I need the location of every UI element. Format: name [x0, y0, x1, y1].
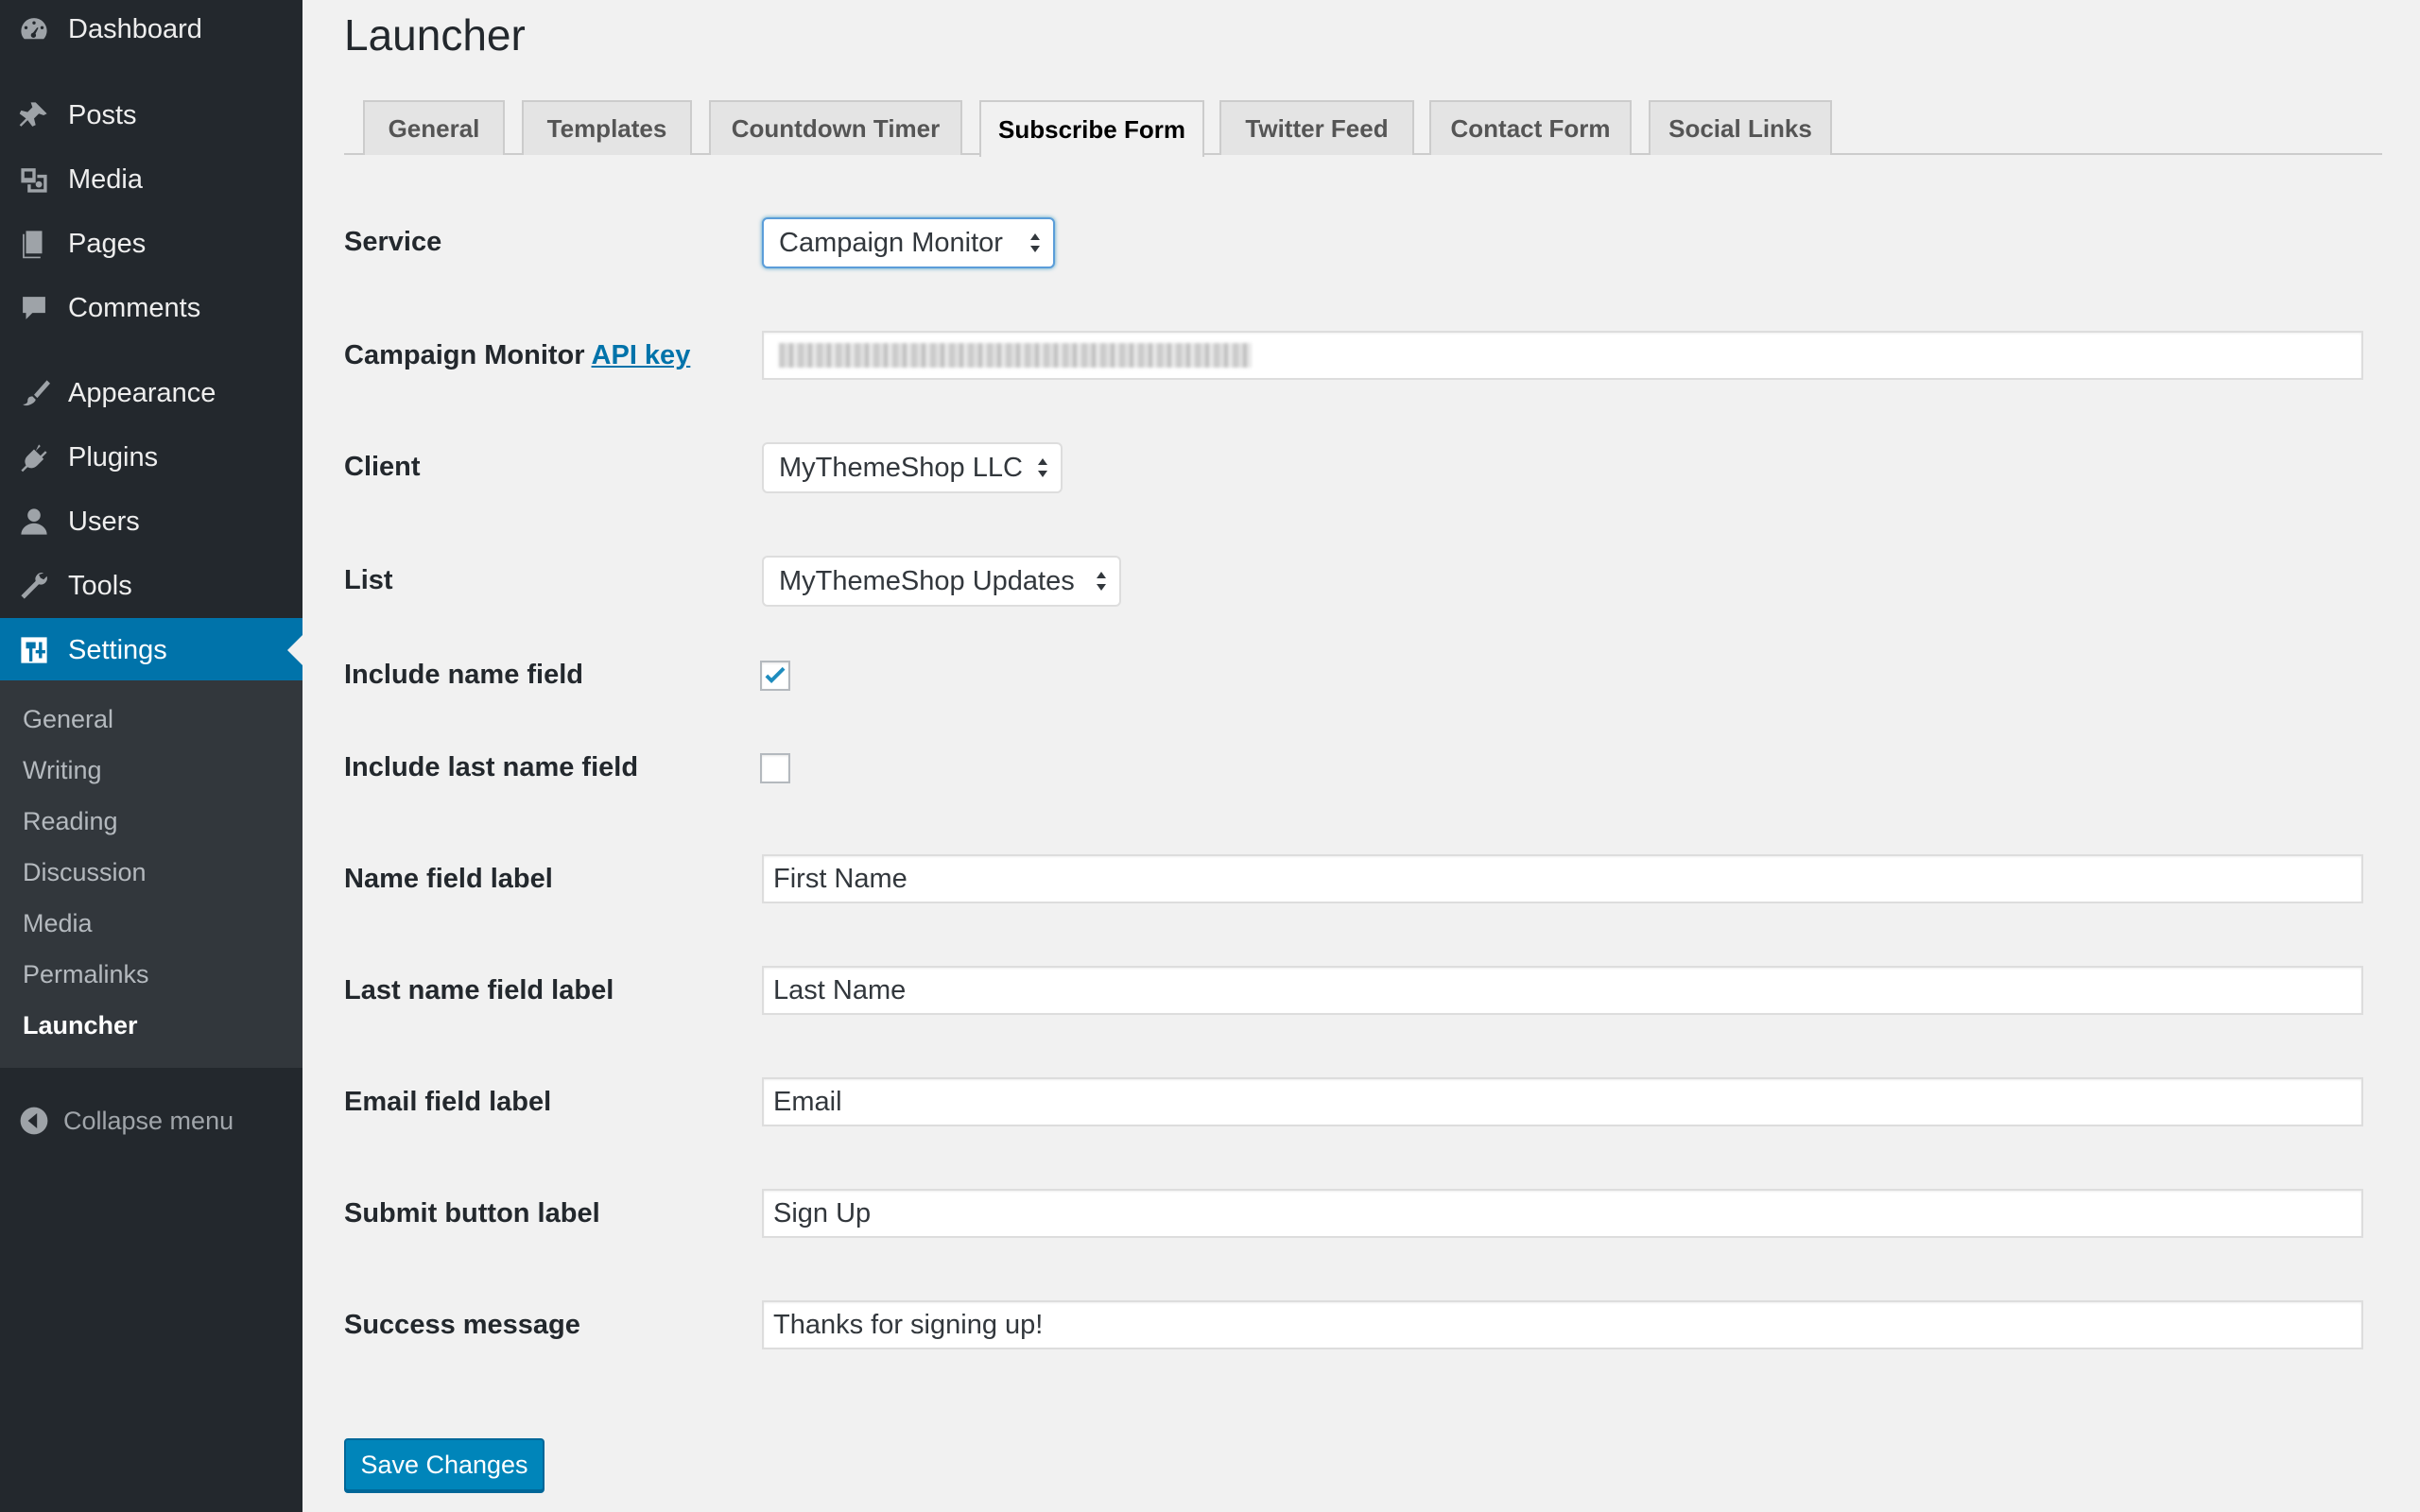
tab-contact-form[interactable]: Contact Form — [1429, 100, 1632, 155]
tab-general[interactable]: General — [363, 100, 505, 155]
include-last-name-label: Include last name field — [344, 752, 639, 782]
collapse-menu-button[interactable]: Collapse menu — [0, 1096, 302, 1145]
include-last-name-checkbox[interactable] — [760, 753, 790, 783]
name-field-label-input[interactable]: First Name — [762, 854, 2363, 903]
select-arrows-icon — [1097, 572, 1106, 591]
collapse-arrow-icon — [20, 1107, 48, 1135]
api-key-label-prefix: Campaign Monitor — [344, 340, 585, 370]
user-icon — [17, 505, 51, 539]
comment-bubble-icon — [17, 291, 51, 325]
submenu-media[interactable]: Media — [23, 909, 93, 938]
menu-media[interactable]: Media — [0, 147, 302, 212]
client-select[interactable]: MyThemeShop LLC — [762, 442, 1063, 493]
wrench-icon — [17, 569, 51, 603]
settings-tabs: General Templates Countdown Timer Subscr… — [344, 100, 2382, 157]
tab-countdown-timer[interactable]: Countdown Timer — [709, 100, 962, 155]
tab-social-links[interactable]: Social Links — [1649, 100, 1832, 155]
submit-button-label-input[interactable]: Sign Up — [762, 1189, 2363, 1238]
submenu-permalinks[interactable]: Permalinks — [23, 960, 149, 989]
pushpin-icon — [17, 98, 51, 132]
select-arrows-icon — [1038, 458, 1047, 477]
menu-label: Appearance — [68, 377, 216, 408]
tab-templates[interactable]: Templates — [522, 100, 692, 155]
api-key-blurred-value — [779, 343, 1252, 368]
admin-sidebar: Dashboard Posts Media Pages Comments App… — [0, 0, 302, 1512]
client-label: Client — [344, 452, 421, 482]
last-name-field-label-value: Last Name — [773, 974, 907, 1005]
menu-label: Pages — [68, 228, 147, 259]
menu-comments[interactable]: Comments — [0, 276, 302, 340]
list-label: List — [344, 565, 393, 595]
api-key-link[interactable]: API key — [592, 340, 691, 370]
menu-users[interactable]: Users — [0, 490, 302, 554]
list-select[interactable]: MyThemeShop Updates — [762, 556, 1121, 607]
api-key-label: Campaign Monitor API key — [344, 340, 690, 371]
menu-label: Users — [68, 506, 140, 537]
submit-button-label-value: Sign Up — [773, 1197, 872, 1228]
menu-settings[interactable]: Settings — [0, 618, 302, 682]
api-key-input[interactable] — [762, 331, 2363, 380]
menu-plugins[interactable]: Plugins — [0, 425, 302, 490]
client-select-value: MyThemeShop LLC — [779, 452, 1023, 483]
name-field-label-value: First Name — [773, 863, 908, 894]
plugin-icon — [17, 440, 51, 474]
submenu-launcher[interactable]: Launcher — [23, 1011, 138, 1040]
name-field-label-label: Name field label — [344, 864, 553, 894]
menu-label: Dashboard — [68, 13, 202, 44]
submenu-discussion[interactable]: Discussion — [23, 858, 147, 887]
menu-pages[interactable]: Pages — [0, 212, 302, 276]
submenu-writing[interactable]: Writing — [23, 756, 102, 785]
submenu-reading[interactable]: Reading — [23, 807, 118, 836]
menu-dashboard[interactable]: Dashboard — [0, 0, 302, 61]
settings-icon — [17, 633, 51, 667]
menu-tools[interactable]: Tools — [0, 554, 302, 618]
save-changes-button[interactable]: Save Changes — [344, 1438, 544, 1491]
include-name-label: Include name field — [344, 660, 583, 690]
submenu-general[interactable]: General — [23, 705, 113, 734]
include-name-checkbox[interactable] — [760, 661, 790, 691]
menu-label: Posts — [68, 99, 137, 130]
service-select-value: Campaign Monitor — [779, 227, 1003, 258]
email-field-label-label: Email field label — [344, 1087, 552, 1117]
list-select-value: MyThemeShop Updates — [779, 565, 1075, 596]
pages-icon — [17, 227, 51, 261]
last-name-field-label-label: Last name field label — [344, 975, 614, 1005]
menu-posts[interactable]: Posts — [0, 83, 302, 147]
paintbrush-icon — [17, 376, 51, 410]
success-message-label: Success message — [344, 1310, 580, 1340]
success-message-input[interactable]: Thanks for signing up! — [762, 1300, 2363, 1349]
success-message-value: Thanks for signing up! — [773, 1309, 1044, 1340]
menu-label: Plugins — [68, 441, 159, 472]
last-name-field-label-input[interactable]: Last Name — [762, 966, 2363, 1015]
service-label: Service — [344, 227, 442, 257]
media-icon — [17, 163, 51, 197]
email-field-label-input[interactable]: Email — [762, 1077, 2363, 1126]
email-field-label-value: Email — [773, 1086, 842, 1117]
tab-subscribe-form[interactable]: Subscribe Form — [979, 100, 1204, 157]
menu-label: Tools — [68, 570, 132, 601]
tab-twitter-feed[interactable]: Twitter Feed — [1219, 100, 1414, 155]
menu-label: Settings — [68, 634, 167, 665]
collapse-menu-label: Collapse menu — [63, 1106, 234, 1135]
menu-appearance[interactable]: Appearance — [0, 361, 302, 425]
dashboard-icon — [17, 12, 51, 46]
menu-label: Media — [68, 163, 143, 195]
menu-label: Comments — [68, 292, 201, 323]
checkmark-icon — [765, 666, 786, 683]
page-title: Launcher — [344, 10, 526, 60]
submit-button-label-label: Submit button label — [344, 1198, 600, 1228]
select-arrows-icon — [1030, 233, 1040, 252]
settings-submenu: General Writing Reading Discussion Media… — [0, 680, 302, 1068]
service-select[interactable]: Campaign Monitor — [762, 217, 1055, 268]
